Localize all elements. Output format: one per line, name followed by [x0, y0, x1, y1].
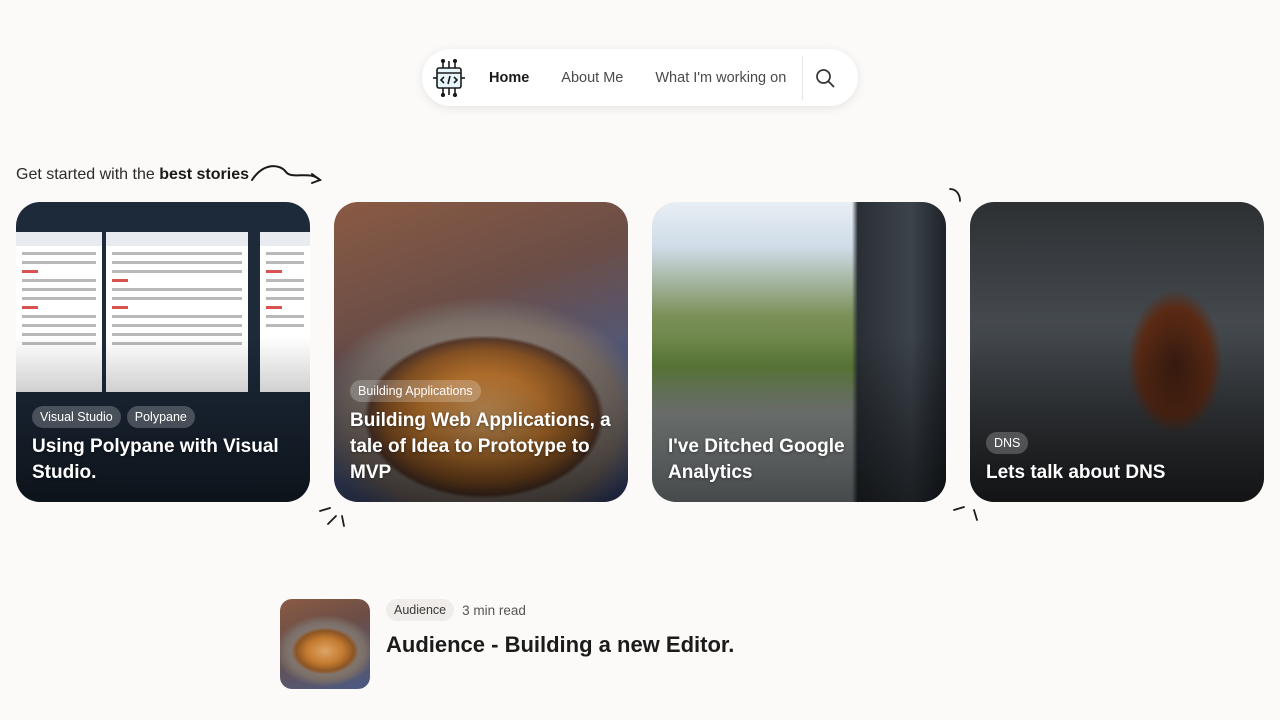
heading-prefix: Get started with the [16, 166, 160, 183]
featured-thumbnail[interactable] [280, 599, 370, 689]
card-title[interactable]: I've Ditched Google Analytics [668, 434, 932, 486]
code-window-icon[interactable] [432, 58, 466, 98]
card-content: DNS Lets talk about DNS [986, 432, 1250, 486]
story-card-ditched-analytics[interactable]: I've Ditched Google Analytics [652, 202, 946, 502]
featured-title[interactable]: Audience - Building a new Editor. [386, 632, 734, 658]
sparkle-doodle-icon [953, 506, 978, 521]
card-content: Visual Studio Polypane Using Polypane wi… [32, 406, 296, 486]
story-card-dns[interactable]: DNS Lets talk about DNS [970, 202, 1264, 502]
card-content: I've Ditched Google Analytics [668, 434, 932, 486]
card-title[interactable]: Building Web Applications, a tale of Ide… [350, 408, 614, 486]
card-title[interactable]: Using Polypane with Visual Studio. [32, 434, 296, 486]
card-tags: Visual Studio Polypane [32, 406, 296, 428]
card-tags: DNS [986, 432, 1250, 454]
search-icon [816, 68, 835, 87]
featured-read-time: 3 min read [462, 602, 526, 618]
nav-link-about-me[interactable]: About Me [545, 70, 639, 86]
card-title[interactable]: Lets talk about DNS [986, 460, 1250, 486]
tag-dns[interactable]: DNS [986, 432, 1029, 454]
sparkle-doodle-icon [949, 188, 961, 202]
tag-visual-studio[interactable]: Visual Studio [32, 406, 121, 428]
tag-polypane[interactable]: Polypane [126, 406, 195, 428]
nav-link-home[interactable]: Home [473, 70, 545, 86]
search-button[interactable] [803, 56, 847, 100]
curly-arrow-icon [251, 165, 323, 184]
tag-building-applications[interactable]: Building Applications [350, 380, 481, 402]
featured-meta: Audience 3 min read [386, 599, 526, 621]
card-tags: Building Applications [350, 380, 614, 402]
story-card-building-web-apps[interactable]: Building Applications Building Web Appli… [334, 202, 628, 502]
section-heading: Get started with the best stories [16, 166, 249, 184]
nav-link-working-on[interactable]: What I'm working on [639, 70, 802, 86]
story-card-polypane[interactable]: Visual Studio Polypane Using Polypane wi… [16, 202, 310, 502]
heading-bold: best stories [159, 166, 249, 183]
card-content: Building Applications Building Web Appli… [350, 380, 614, 486]
sparkle-doodle-icon [319, 507, 345, 527]
featured-tag[interactable]: Audience [386, 599, 455, 621]
top-nav: Home About Me What I'm working on [422, 49, 858, 106]
